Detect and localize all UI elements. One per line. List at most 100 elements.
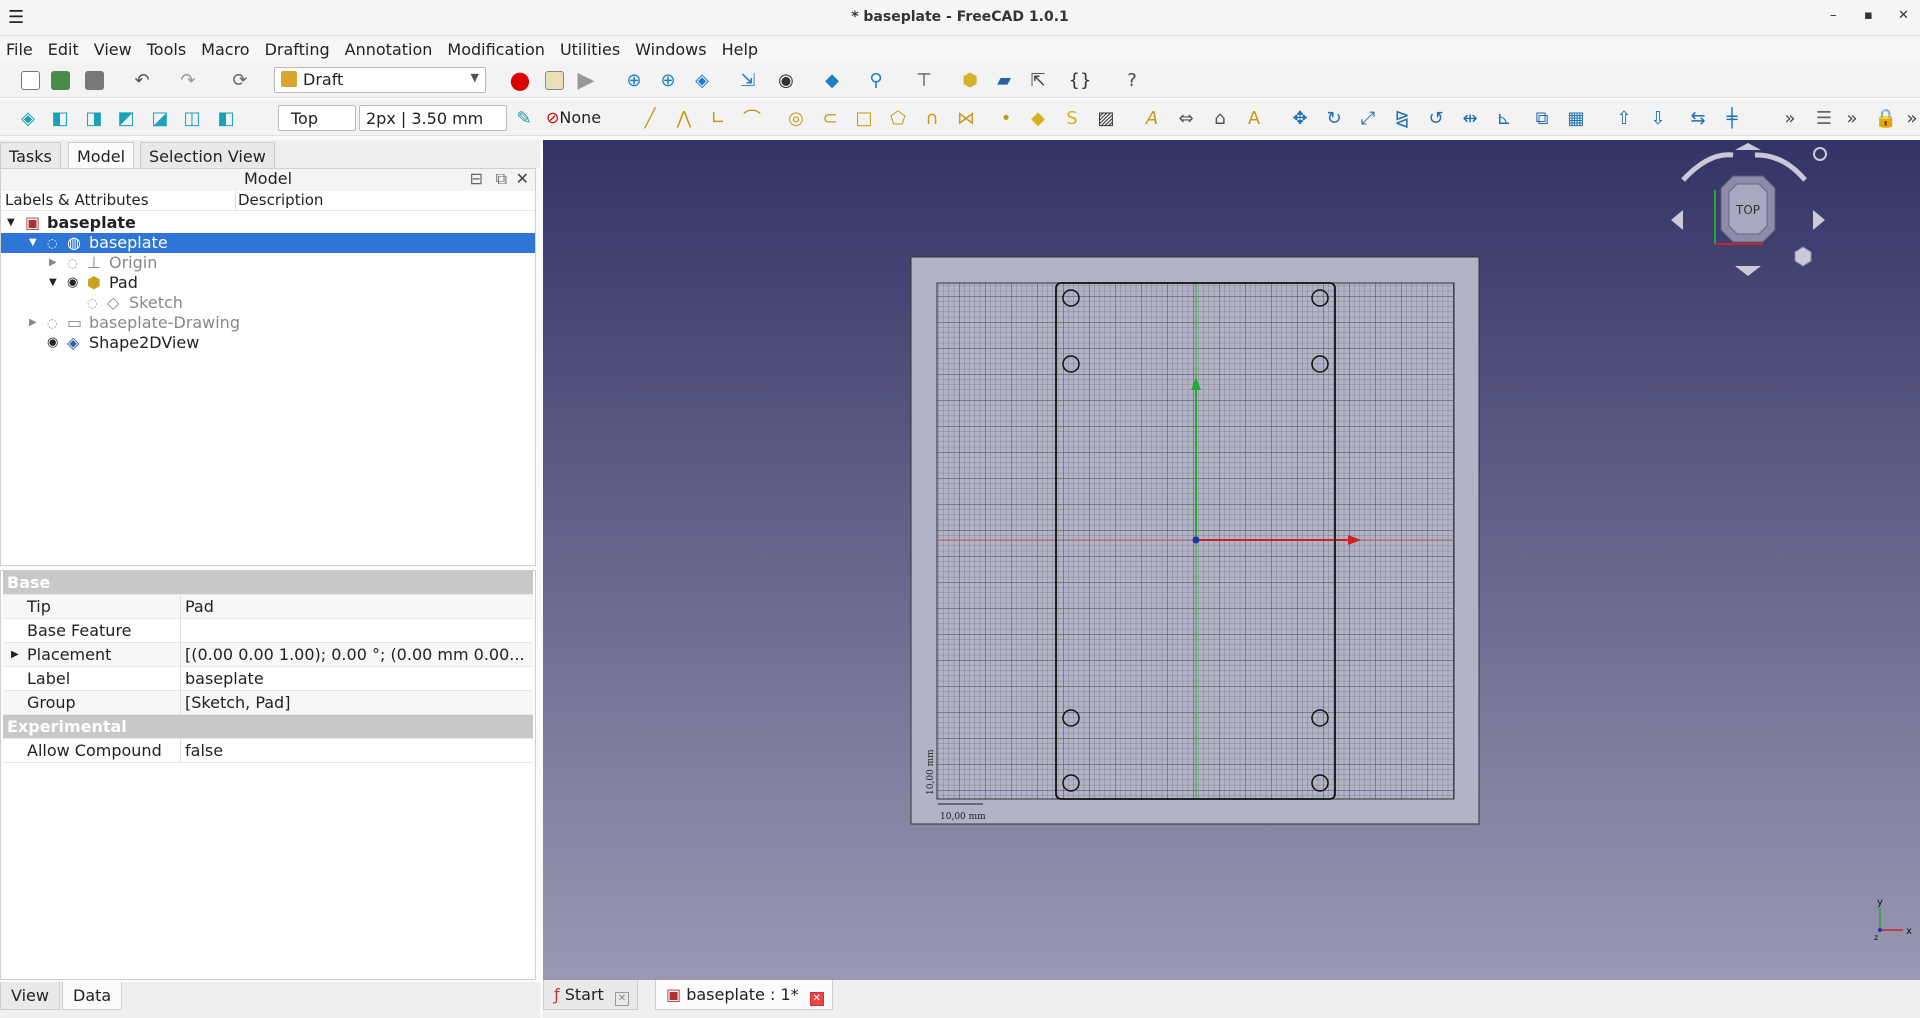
python-braces-icon[interactable]: {} (1068, 68, 1092, 92)
visibility-eye-icon[interactable]: ◉ (67, 273, 78, 293)
text-icon[interactable]: A (1140, 106, 1164, 130)
nav-menu-icon[interactable] (1813, 147, 1827, 161)
zoom-icon[interactable]: ⚲ (864, 68, 888, 92)
scale-icon[interactable]: ⤢ (1356, 106, 1380, 130)
expand-arrow-icon[interactable]: ▶ (11, 643, 19, 667)
property-row[interactable]: ▶ Placement [(0.00 0.00 1.00); 0.00 °; (… (3, 643, 533, 667)
clone-icon[interactable]: ⧉ (1530, 106, 1554, 130)
visibility-eye-icon[interactable]: ◉ (47, 333, 58, 353)
polygon-icon[interactable]: ⬠ (886, 106, 910, 130)
measure-distance-icon[interactable]: ⊤ (912, 68, 936, 92)
layer-icon[interactable]: ☰ (1812, 106, 1836, 130)
upgrade-icon[interactable]: ⇧ (1612, 106, 1636, 130)
view-menu-icon[interactable]: ◈ (690, 68, 714, 92)
toolbar-overflow-3-icon[interactable]: » (1900, 106, 1920, 130)
circle-icon[interactable]: ◎ (784, 106, 808, 130)
property-value[interactable]: [(0.00 0.00 1.00); 0.00 °; (0.00 mm 0.00… (185, 643, 531, 667)
column-labels-header[interactable]: Labels & Attributes (5, 191, 149, 209)
annotation-style-icon[interactable]: A (1242, 106, 1266, 130)
undo-icon[interactable]: ↶ (130, 68, 154, 92)
property-row[interactable]: Group [Sketch, Pad] (3, 691, 533, 715)
close-tab-icon[interactable]: ✕ (809, 992, 824, 1006)
property-row[interactable]: Allow Compound false (3, 739, 533, 763)
hatch-icon[interactable]: ▨ (1094, 106, 1118, 130)
view-rear-icon[interactable]: ◪ (148, 106, 172, 130)
draft-style-button[interactable]: 2px | 3.50 mm (359, 105, 507, 131)
tree-item-pad[interactable]: ▼ ◉ ⬢ Pad (1, 273, 535, 293)
tree-item-drawing[interactable]: ▶ ◌ ▭ baseplate-Drawing (1, 313, 535, 333)
tree-item-body[interactable]: ▼ ◌ ◍ baseplate (1, 233, 535, 253)
macros-icon[interactable] (542, 68, 566, 92)
ellipse-icon[interactable]: ⊂ (818, 106, 842, 130)
property-row[interactable]: Tip Pad (3, 595, 533, 619)
fit-selection-icon[interactable]: ⊕ (656, 68, 680, 92)
offset-icon[interactable]: ↺ (1424, 106, 1448, 130)
workbench-selector[interactable]: Draft ▼ (274, 67, 486, 93)
expand-arrow-icon[interactable]: ▼ (49, 273, 57, 293)
fit-all-icon[interactable]: ⊕ (622, 68, 646, 92)
toolbar-overflow-icon[interactable]: » (1778, 106, 1802, 130)
close-panel-icon[interactable]: ✕ (516, 169, 529, 188)
expand-arrow-icon[interactable]: ▶ (49, 253, 57, 273)
refresh-icon[interactable]: ⟳ (228, 68, 252, 92)
snap-lock-icon[interactable]: 🔒 (1874, 106, 1898, 130)
tab-view[interactable]: View (0, 982, 60, 1010)
nav-up-arrow-icon[interactable] (1735, 143, 1761, 150)
menu-windows[interactable]: Windows (635, 40, 706, 59)
3d-viewport[interactable]: 10,00 mm 10,00 mm TOP y x z (543, 140, 1920, 980)
navigation-cube[interactable]: TOP (1671, 143, 1827, 276)
tab-model[interactable]: Model (68, 142, 135, 168)
view-top-icon[interactable]: ◨ (82, 106, 106, 130)
polyline-icon[interactable]: ⋀ (672, 106, 696, 130)
move-icon[interactable]: ✥ (1288, 106, 1312, 130)
shapestring-icon[interactable]: S (1060, 106, 1084, 130)
tab-selection-view[interactable]: Selection View (140, 142, 275, 168)
part-icon[interactable]: ⬢ (958, 68, 982, 92)
collapse-panel-icon[interactable]: ⊟ (470, 169, 483, 188)
nav-right-arrow-icon[interactable] (1813, 210, 1825, 230)
standard-views-icon[interactable]: ◆ (820, 68, 844, 92)
menu-view[interactable]: View (94, 40, 132, 59)
whats-this-icon[interactable]: ? (1120, 68, 1144, 92)
tree-item-origin[interactable]: ▶ ◌ ⊥ Origin (1, 253, 535, 273)
expand-arrow-icon[interactable]: ▼ (29, 233, 37, 253)
tree-item-document[interactable]: ▼ ▣ baseplate (1, 213, 535, 233)
visibility-hidden-icon[interactable]: ◌ (87, 293, 97, 313)
expand-arrow-icon[interactable]: ▶ (29, 313, 37, 333)
rotate-left-arrow-icon[interactable] (1681, 152, 1734, 182)
doc-tab-baseplate[interactable]: ▣ baseplate : 1* ✕ (655, 980, 833, 1010)
draw-style-icon[interactable]: ◉ (774, 68, 798, 92)
property-value[interactable]: baseplate (185, 667, 531, 691)
tree-item-shape2dview[interactable]: ◉ ◈ Shape2DView (1, 333, 535, 353)
construction-mode-icon[interactable]: ✎ (512, 106, 536, 130)
group-icon[interactable]: ▰ (992, 68, 1016, 92)
minimize-button[interactable]: – (1830, 8, 1837, 23)
measure-icon[interactable]: ⇲ (736, 68, 760, 92)
nav-view-menu-icon[interactable] (1794, 246, 1812, 267)
bezier-icon[interactable]: ⋈ (954, 106, 978, 130)
property-row[interactable]: Base Feature (3, 619, 533, 643)
new-document-icon[interactable] (18, 68, 42, 92)
expand-arrow-icon[interactable]: ▼ (7, 213, 15, 233)
menu-annotation[interactable]: Annotation (345, 40, 433, 59)
stretch-icon[interactable]: ⇹ (1458, 106, 1482, 130)
link-icon[interactable]: ⇱ (1026, 68, 1050, 92)
execute-macro-icon[interactable]: ▶ (574, 68, 598, 93)
menu-file[interactable]: File (6, 40, 33, 59)
menu-edit[interactable]: Edit (48, 40, 79, 59)
maximize-button[interactable]: ▪ (1864, 8, 1873, 23)
close-tab-icon[interactable]: ✕ (614, 992, 629, 1006)
downgrade-icon[interactable]: ⇩ (1646, 106, 1670, 130)
property-value[interactable]: Pad (185, 595, 531, 619)
view-bottom-icon[interactable]: ◫ (180, 106, 204, 130)
toolbar-overflow-2-icon[interactable]: » (1840, 106, 1864, 130)
open-document-icon[interactable] (48, 68, 72, 92)
menu-macro[interactable]: Macro (201, 40, 249, 59)
tab-data[interactable]: Data (62, 982, 123, 1010)
line-icon[interactable]: ╱ (638, 106, 662, 130)
view-right-icon[interactable]: ◩ (114, 106, 138, 130)
menu-drafting[interactable]: Drafting (265, 40, 330, 59)
nav-down-arrow-icon[interactable] (1735, 266, 1761, 276)
property-value[interactable]: [Sketch, Pad] (185, 691, 531, 715)
mirror-icon[interactable]: ⧎ (1390, 106, 1414, 130)
